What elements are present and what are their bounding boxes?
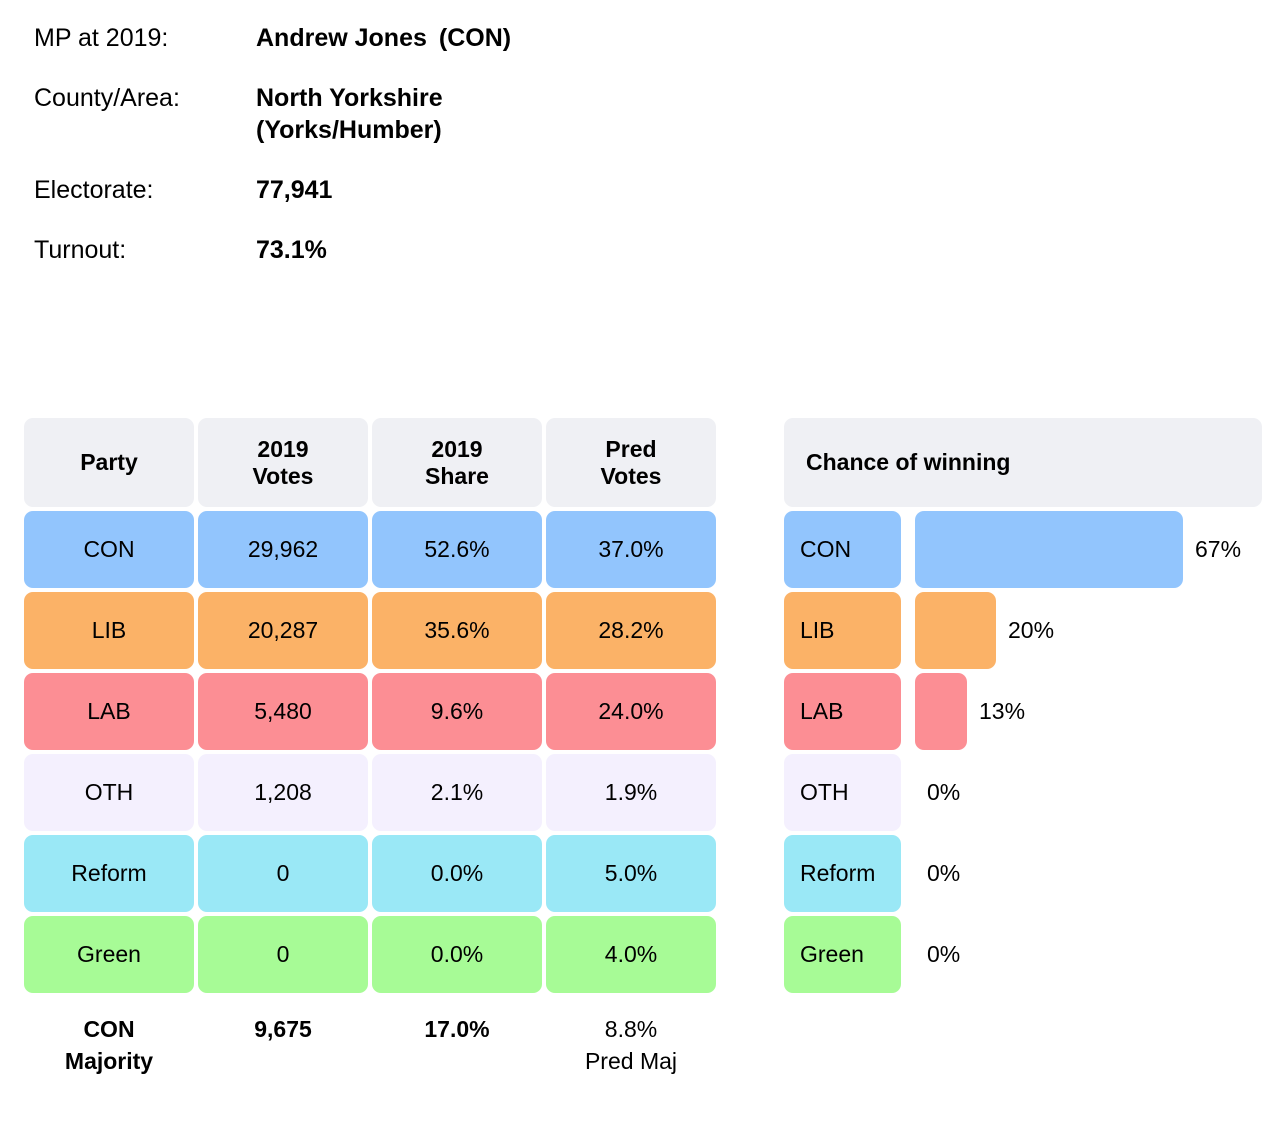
info-row-turnout: Turnout: 73.1% xyxy=(34,234,754,266)
table-row-party-cell: LAB xyxy=(24,673,194,750)
table-header-cell: 2019 Share xyxy=(372,418,542,507)
table-cell: 4.0% xyxy=(546,916,716,993)
county-name: North Yorkshire xyxy=(256,84,443,112)
table-cell: 0.0% xyxy=(372,835,542,912)
table-header-line2: Votes xyxy=(252,462,314,489)
chance-row: Green 0% xyxy=(784,916,1262,993)
majority-word: Majority xyxy=(64,1047,154,1074)
table-cell: 5.0% xyxy=(546,835,716,912)
chance-of-winning-rows: CON 67% LIB 20% LAB 13% OTH 0% Reform 0% Green 0% xyxy=(784,511,1262,993)
table-cell: 35.6% xyxy=(372,592,542,669)
chance-bar xyxy=(915,511,1183,588)
info-value-turnout: 73.1% xyxy=(256,236,327,264)
chance-party-label: LAB xyxy=(784,673,901,750)
info-label-county: County/Area: xyxy=(34,84,180,112)
chance-percent-label: 67% xyxy=(1195,536,1242,562)
table-cell: 2.1% xyxy=(372,754,542,831)
table-cell: 28.2% xyxy=(546,592,716,669)
chance-row: LAB 13% xyxy=(784,673,1262,750)
majority-party: CON xyxy=(83,1016,135,1042)
table-row-party-cell: OTH xyxy=(24,754,194,831)
chance-party-label: Reform xyxy=(784,835,901,912)
chance-row: OTH 0% xyxy=(784,754,1262,831)
chance-party-label: OTH xyxy=(784,754,901,831)
chance-bar xyxy=(915,592,996,669)
table-cell: 52.6% xyxy=(372,511,542,588)
chance-of-winning-title: Chance of winning xyxy=(784,418,1262,507)
table-cell: 1.9% xyxy=(546,754,716,831)
table-header-line1: 2019 xyxy=(431,435,483,462)
info-row-county: County/Area: North Yorkshire (Yorks/Humb… xyxy=(34,82,754,146)
county-region: (Yorks/Humber) xyxy=(256,116,442,144)
info-value-mp: Andrew Jones (CON) xyxy=(256,22,511,54)
info-label-mp: MP at 2019: xyxy=(34,24,169,52)
chance-bar-area: 13% xyxy=(915,673,1262,750)
table-row-party-cell: Green xyxy=(24,916,194,993)
chance-row: LIB 20% xyxy=(784,592,1262,669)
chance-bar-area: 67% xyxy=(915,511,1262,588)
constituency-info-block: MP at 2019: Andrew Jones (CON) County/Are… xyxy=(34,22,754,266)
info-value-county: North Yorkshire (Yorks/Humber) xyxy=(256,82,443,146)
mp-name: Andrew Jones xyxy=(256,24,427,52)
table-header-line1: Pred xyxy=(605,435,657,462)
predicted-majority-value: 8.8% xyxy=(604,1016,658,1042)
chance-party-label: LIB xyxy=(784,592,901,669)
majority-summary-row: CON Majority 9,675 17.0% 8.8% Pred Maj xyxy=(24,1000,718,1077)
info-row-electorate: Electorate: 77,941 xyxy=(34,174,754,206)
table-cell: 24.0% xyxy=(546,673,716,750)
table-header-cell: Party xyxy=(24,418,194,507)
chance-percent-label: 20% xyxy=(1008,617,1055,643)
info-label-electorate: Electorate: xyxy=(34,176,154,204)
table-cell: 1,208 xyxy=(198,754,368,831)
table-header-cell: Pred Votes xyxy=(546,418,716,507)
chance-row: Reform 0% xyxy=(784,835,1262,912)
chance-percent-label: 0% xyxy=(927,860,961,886)
table-cell: 9.6% xyxy=(372,673,542,750)
table-row-party-cell: CON xyxy=(24,511,194,588)
table-cell: 0 xyxy=(198,835,368,912)
mp-party: (CON) xyxy=(438,24,512,52)
predicted-majority-label: Pred Maj xyxy=(584,1047,678,1074)
chance-party-label: Green xyxy=(784,916,901,993)
table-header-line2: Share xyxy=(425,462,489,489)
majority-share: 17.0% xyxy=(424,1016,490,1042)
majority-party-label: CON Majority xyxy=(24,1000,194,1077)
chance-percent-label: 13% xyxy=(979,698,1026,724)
table-cell: 5,480 xyxy=(198,673,368,750)
table-cell: 0.0% xyxy=(372,916,542,993)
chance-bar-area: 0% xyxy=(915,835,1262,912)
table-header-line1: 2019 xyxy=(257,435,309,462)
table-cell: 29,962 xyxy=(198,511,368,588)
chance-bar xyxy=(915,673,967,750)
info-label-turnout: Turnout: xyxy=(34,236,127,264)
table-cell: 20,287 xyxy=(198,592,368,669)
chance-percent-label: 0% xyxy=(927,941,961,967)
chance-percent-label: 0% xyxy=(927,779,961,805)
chance-of-winning-panel: Chance of winning CON 67% LIB 20% LAB 13% OTH 0… xyxy=(784,418,1262,997)
chance-bar-area: 20% xyxy=(915,592,1262,669)
table-header-cell: 2019 Votes xyxy=(198,418,368,507)
chance-bar-area: 0% xyxy=(915,916,1262,993)
chance-party-label: CON xyxy=(784,511,901,588)
results-table: Party 2019 Votes 2019 Share Pred Votes CON 29,96… xyxy=(24,418,718,993)
table-header-line1: Party xyxy=(80,449,138,476)
chance-bar-area: 0% xyxy=(915,754,1262,831)
table-cell: 37.0% xyxy=(546,511,716,588)
chance-row: CON 67% xyxy=(784,511,1262,588)
table-header-line2: Votes xyxy=(600,462,662,489)
table-cell: 0 xyxy=(198,916,368,993)
majority-votes: 9,675 xyxy=(254,1016,312,1042)
table-row-party-cell: LIB xyxy=(24,592,194,669)
info-value-electorate: 77,941 xyxy=(256,176,333,204)
table-row-party-cell: Reform xyxy=(24,835,194,912)
info-row-mp: MP at 2019: Andrew Jones (CON) xyxy=(34,22,754,54)
predicted-majority-cell: 8.8% Pred Maj xyxy=(546,1000,716,1077)
